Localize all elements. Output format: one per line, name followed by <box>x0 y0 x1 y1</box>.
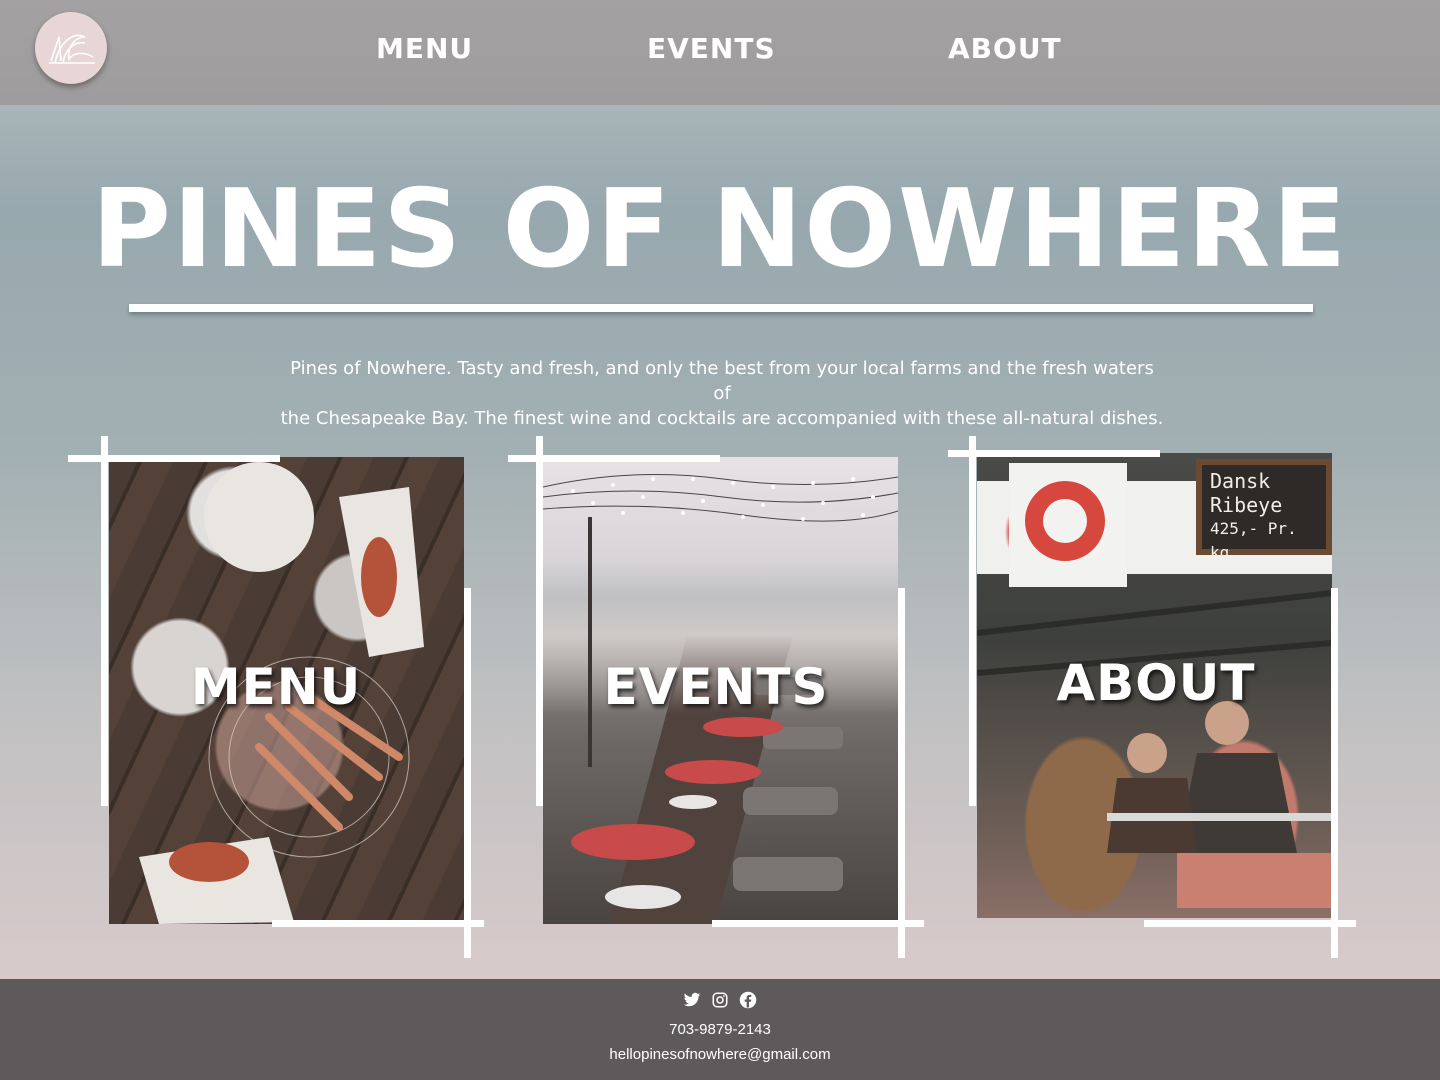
twitter-icon[interactable] <box>683 991 701 1009</box>
frame-line <box>101 436 108 806</box>
logo[interactable] <box>35 12 107 84</box>
top-nav: MENU EVENTS ABOUT <box>0 0 1440 105</box>
sign-line: Ribeye <box>1210 493 1283 517</box>
menu-card[interactable]: MENU <box>68 436 484 958</box>
hero-section: PINES OF NOWHERE Pines of Nowhere. Tasty… <box>0 105 1440 979</box>
phone-number: 703-9879-2143 <box>669 1021 771 1038</box>
facebook-icon[interactable] <box>739 991 757 1009</box>
frame-line <box>898 588 905 958</box>
sign-line: Dansk <box>1210 469 1271 493</box>
tagline: Pines of Nowhere. Tasty and fresh, and o… <box>280 356 1164 431</box>
instagram-icon[interactable] <box>711 991 729 1009</box>
title-underline <box>129 304 1313 312</box>
nav-about-link[interactable]: ABOUT <box>948 32 1062 65</box>
frame-line <box>712 920 924 927</box>
frame-line <box>272 920 484 927</box>
about-card[interactable]: Dansk Ribeye 425,- Pr. kg. ABOUT <box>948 436 1364 958</box>
frame-line <box>68 455 280 462</box>
wave-logo-icon <box>49 34 95 64</box>
events-card[interactable]: EVENTS <box>508 436 924 958</box>
frame-line <box>948 450 1160 457</box>
frame-line <box>1144 920 1356 927</box>
social-links <box>0 991 1440 1009</box>
frame-line <box>536 436 543 806</box>
sign-line: 425,- Pr. kg. <box>1210 519 1297 562</box>
nav-events-link[interactable]: EVENTS <box>647 32 776 65</box>
frame-line <box>969 436 976 806</box>
menu-card-label: MENU <box>190 658 362 716</box>
frame-line <box>1331 588 1338 958</box>
ribeye-sign: Dansk Ribeye 425,- Pr. kg. <box>1196 459 1332 562</box>
events-card-label: EVENTS <box>603 658 829 716</box>
page-title: PINES OF NOWHERE <box>91 167 1349 292</box>
frame-line <box>464 588 471 958</box>
tagline-line-2: the Chesapeake Bay. The finest wine and … <box>280 408 1164 429</box>
about-card-label: ABOUT <box>1056 654 1256 712</box>
footer: 703-9879-2143 hellopinesofnowhere@gmail.… <box>0 979 1440 1080</box>
nav-menu-link[interactable]: MENU <box>376 32 473 65</box>
email-link[interactable]: hellopinesofnowhere@gmail.com <box>0 1046 1440 1063</box>
tagline-line-1: Pines of Nowhere. Tasty and fresh, and o… <box>290 358 1154 404</box>
